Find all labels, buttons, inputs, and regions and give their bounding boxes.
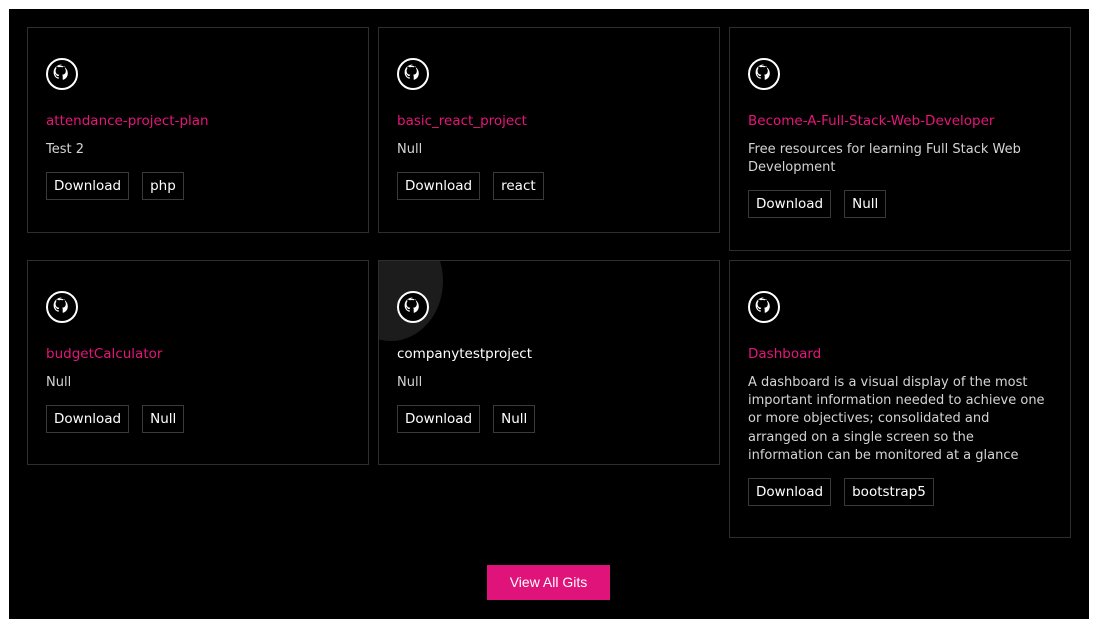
github-icon[interactable] (46, 58, 78, 90)
repo-title[interactable]: budgetCalculator (46, 346, 162, 362)
repo-card: companytestproject Null Download Null (378, 260, 720, 465)
repo-tags: Download Null (748, 190, 887, 218)
github-icon[interactable] (748, 58, 780, 90)
language-tag: php (142, 172, 184, 200)
download-button[interactable]: Download (46, 172, 130, 200)
repo-card: budgetCalculator Null Download Null (27, 260, 369, 465)
view-all-gits-button[interactable]: View All Gits (487, 565, 610, 600)
repo-description: Null (46, 375, 72, 390)
repo-description: Null (397, 142, 423, 157)
github-icon[interactable] (46, 291, 78, 323)
language-tag: bootstrap5 (844, 478, 934, 506)
repo-title[interactable]: attendance-project-plan (46, 113, 209, 129)
repo-title[interactable]: Become-A-Full-Stack-Web-Developer (748, 113, 994, 129)
repo-card: Become-A-Full-Stack-Web-Developer Free r… (729, 27, 1071, 251)
language-tag: react (493, 172, 544, 200)
repo-tags: Download Null (397, 405, 536, 433)
download-button[interactable]: Download (748, 478, 832, 506)
github-icon[interactable] (397, 58, 429, 90)
repo-card: attendance-project-plan Test 2 Download … (27, 27, 369, 233)
github-icon[interactable] (397, 291, 429, 323)
repo-description: A dashboard is a visual display of the m… (748, 375, 1045, 463)
repo-description: Null (397, 375, 423, 390)
repo-tags: Download Null (46, 405, 185, 433)
download-button[interactable]: Download (748, 190, 832, 218)
gits-section: attendance-project-plan Test 2 Download … (9, 9, 1089, 619)
repo-title[interactable]: companytestproject (397, 346, 532, 362)
repo-card: Dashboard A dashboard is a visual displa… (729, 260, 1071, 538)
repo-card: basic_react_project Null Download react (378, 27, 720, 233)
download-button[interactable]: Download (46, 405, 130, 433)
repo-tags: Download react (397, 172, 544, 200)
language-tag: Null (844, 190, 887, 218)
repo-description: Free resources for learning Full Stack W… (748, 142, 1021, 176)
repo-title[interactable]: Dashboard (748, 346, 821, 362)
download-button[interactable]: Download (397, 405, 481, 433)
language-tag: Null (142, 405, 185, 433)
repo-tags: Download bootstrap5 (748, 478, 934, 506)
download-button[interactable]: Download (397, 172, 481, 200)
repo-tags: Download php (46, 172, 184, 200)
repo-title[interactable]: basic_react_project (397, 113, 527, 129)
language-tag: Null (493, 405, 536, 433)
github-icon[interactable] (748, 291, 780, 323)
repo-description: Test 2 (46, 142, 85, 157)
